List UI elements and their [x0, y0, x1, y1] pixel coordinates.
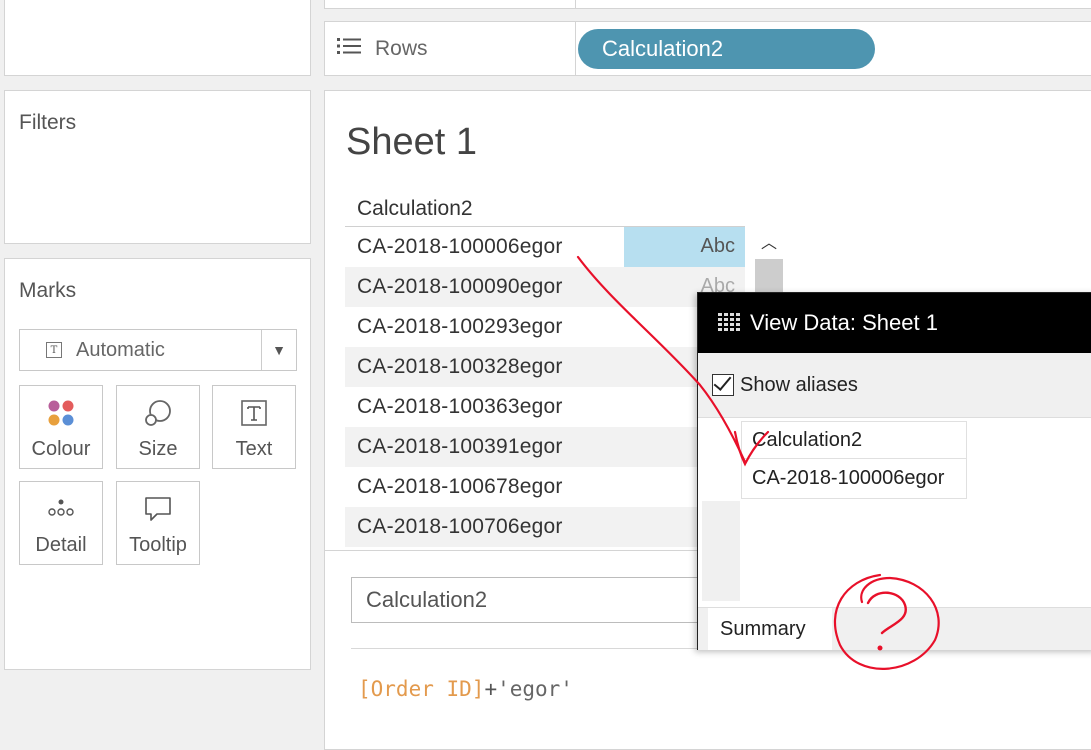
columns-shelf[interactable] [324, 0, 1091, 9]
detail-icon [20, 494, 102, 524]
calculation2-pill[interactable]: Calculation2 [578, 29, 875, 69]
shelf-divider [575, 0, 576, 8]
size-icon [117, 398, 199, 428]
colour-label: Colour [31, 438, 91, 460]
row-value: CA-2018-100706egor [357, 515, 563, 538]
formula-string: 'egor' [497, 677, 573, 701]
table-row[interactable]: CA-2018-100293egor [345, 307, 745, 347]
dialog-titlebar[interactable]: View Data: Sheet 1 [698, 293, 1091, 353]
table-row[interactable]: CA-2018-100706egor [345, 507, 745, 547]
dialog-tabs: Summary [698, 607, 1091, 650]
calculation-name-input[interactable]: Calculation2 [351, 577, 721, 623]
table-row[interactable]: CA-2018-100363egor [345, 387, 745, 427]
text-mark-icon: T [46, 342, 62, 358]
dialog-toolbar: Show aliases [698, 353, 1091, 418]
filters-shelf[interactable]: Filters [4, 90, 311, 244]
grid-icon [718, 313, 742, 333]
rows-list-icon [337, 37, 361, 60]
row-header-column [702, 421, 740, 601]
tab-summary[interactable]: Summary [708, 608, 832, 650]
shelf-divider [575, 22, 576, 75]
size-button[interactable]: Size [116, 385, 200, 469]
tooltip-icon [117, 494, 199, 524]
text-label: Text [235, 438, 273, 460]
formula-operator: + [484, 677, 498, 701]
show-aliases-checkbox[interactable] [712, 374, 734, 396]
dialog-title: View Data: Sheet 1 [750, 310, 938, 335]
rows-label-wrap: Rows [337, 22, 428, 75]
sheet-title[interactable]: Sheet 1 [346, 121, 477, 164]
mark-type-label: Automatic [76, 338, 165, 361]
table-row[interactable]: CA-2018-100391egor [345, 427, 745, 467]
table-row[interactable]: CA-2018-100006egor Abc [345, 227, 745, 267]
table-row[interactable]: CA-2018-100678egor [345, 467, 745, 507]
row-value: CA-2018-100328egor [357, 355, 563, 378]
colour-icon [20, 398, 102, 428]
data-cell[interactable]: CA-2018-100006egor [741, 459, 967, 499]
text-button[interactable]: Text [212, 385, 296, 469]
detail-label: Detail [35, 534, 87, 556]
show-aliases-label[interactable]: Show aliases [740, 374, 858, 397]
row-value: CA-2018-100391egor [357, 435, 563, 458]
text-icon [213, 398, 295, 428]
row-value: CA-2018-100293egor [357, 315, 563, 338]
formula-field: [Order ID] [358, 677, 485, 701]
data-column-header[interactable]: Calculation2 [741, 421, 967, 459]
rows-label: Rows [375, 36, 428, 60]
mark-type-dropdown[interactable]: T Automatic ▼ [19, 329, 297, 371]
row-value: CA-2018-100678egor [357, 475, 563, 498]
marks-title: Marks [19, 279, 77, 302]
marks-card: Marks T Automatic ▼ Colour Size Text Det… [4, 258, 311, 670]
tooltip-label: Tooltip [129, 534, 187, 556]
rows-shelf[interactable]: Rows Calculation2 [324, 21, 1091, 76]
chevron-down-icon[interactable]: ▼ [262, 342, 296, 358]
row-value: CA-2018-100090egor [357, 275, 563, 298]
table-row[interactable]: CA-2018-100328egor [345, 347, 745, 387]
selected-abc-cell[interactable]: Abc [624, 227, 745, 267]
row-value: CA-2018-100363egor [357, 395, 563, 418]
size-label: Size [138, 438, 178, 460]
filters-title: Filters [19, 111, 77, 134]
calculation-formula[interactable]: [Order ID]+'egor' [358, 677, 573, 701]
chevron-up-icon[interactable]: ︿ [755, 229, 783, 252]
tooltip-button[interactable]: Tooltip [116, 481, 200, 565]
colour-button[interactable]: Colour [19, 385, 103, 469]
data-rows: CA-2018-100006egor Abc CA-2018-100090egor A… [345, 227, 745, 547]
detail-button[interactable]: Detail [19, 481, 103, 565]
column-header[interactable]: Calculation2 [357, 197, 473, 221]
table-row[interactable]: CA-2018-100090egor Abc [345, 267, 745, 307]
top-left-panel [4, 0, 311, 76]
view-data-dialog: View Data: Sheet 1 Show aliases Calculat… [697, 292, 1091, 650]
row-value: CA-2018-100006egor [357, 235, 563, 258]
